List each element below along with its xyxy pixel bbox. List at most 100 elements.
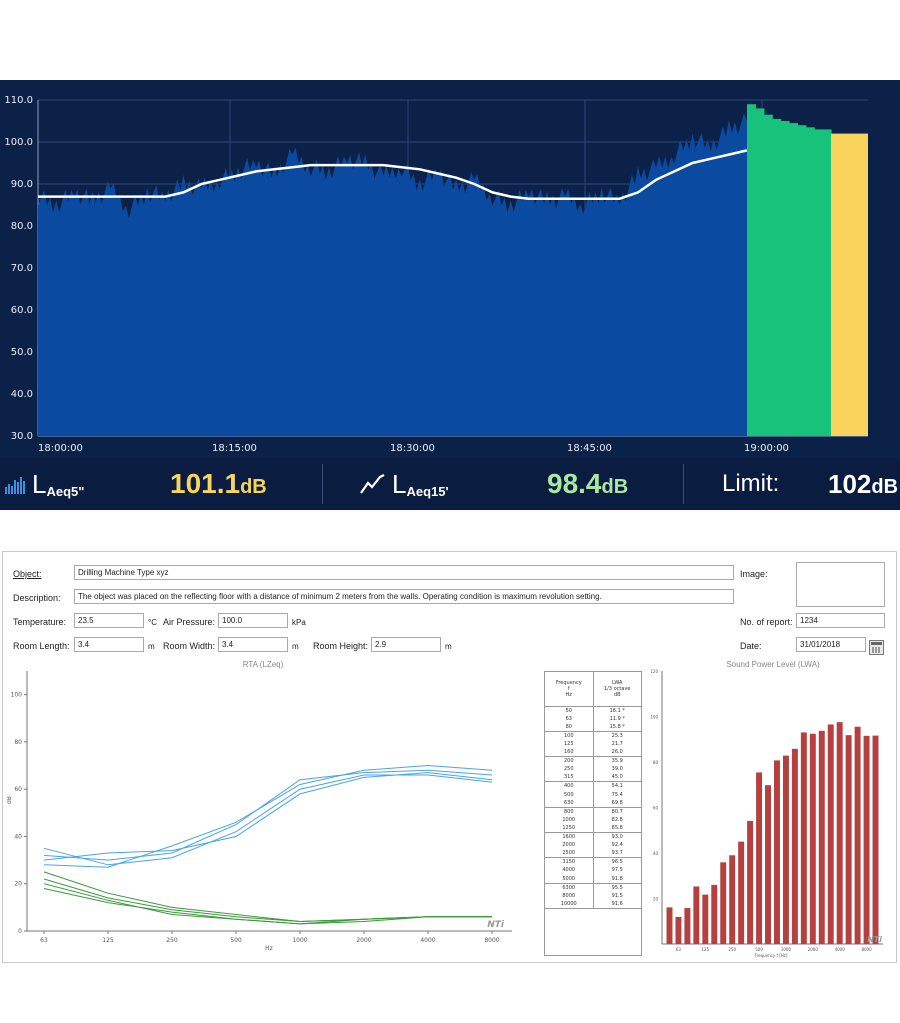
temperature-unit: °C <box>148 618 157 627</box>
image-placeholder[interactable] <box>796 562 885 607</box>
image-label: Image: <box>740 569 768 579</box>
frequency-cell: 10000 <box>545 899 594 909</box>
limit-value-group: 102 dB <box>828 458 898 510</box>
frequency-cell: 3150 <box>545 857 594 867</box>
table-row: 5000 91.8 <box>545 874 641 884</box>
table-row: 2500 93.7 <box>545 849 641 859</box>
frequency-cell: 5000 <box>545 874 594 884</box>
frequency-cell: 200 <box>545 756 594 766</box>
lwa-cell: 85.8 <box>593 823 641 833</box>
room-width-field[interactable]: 3.4 <box>218 637 288 652</box>
frequency-cell: 800 <box>545 807 594 816</box>
room-length-unit: m <box>148 642 155 651</box>
x-tick-label: 250 <box>728 947 736 952</box>
x-tick-label: 500 <box>755 947 763 952</box>
rta-title: RTA (LZeq) <box>242 660 284 669</box>
current-level-bar <box>747 104 756 436</box>
calendar-icon[interactable] <box>869 640 884 655</box>
rta-series-line <box>43 774 493 866</box>
power-bar <box>702 894 709 944</box>
y-tick-label: 80.0 <box>11 221 33 232</box>
power-bar <box>845 735 852 944</box>
table-row: 10000 91.6 <box>545 899 641 909</box>
frequency-cell: 8000 <box>545 891 594 900</box>
laeq15-subscript: Aeq15' <box>406 483 449 499</box>
x-tick-label: 125 <box>701 947 709 952</box>
room-length-field[interactable]: 3.4 <box>74 637 144 652</box>
power-bar <box>774 760 780 944</box>
table-row: 6300 95.5 <box>545 883 641 892</box>
x-tick-label: 63 <box>676 947 682 952</box>
x-tick-label: 1000 <box>781 947 792 952</box>
y-tick-label: 90.0 <box>11 179 33 190</box>
power-bar <box>756 772 763 944</box>
air-pressure-field[interactable]: 100.0 <box>218 613 288 628</box>
laeq15-value: 98.4 <box>547 468 602 499</box>
laeq5-value-group: 101.1 dB <box>170 458 267 510</box>
lwa-cell: 26.0 <box>593 748 641 758</box>
y-tick-label: 60.0 <box>11 305 33 316</box>
lwa-cell: 54.1 <box>611 783 623 790</box>
power-bar <box>854 726 861 944</box>
description-field[interactable]: The object was placed on the reflecting … <box>74 589 734 604</box>
power-bar <box>729 855 736 944</box>
lwa-cell: 93.7 <box>593 849 641 859</box>
trend-line-icon <box>360 474 385 494</box>
sound-power-chart: 120 100 80 60 40 20 63 125 250 500 1000 2000 4000 800… <box>650 669 883 958</box>
current-level-bar <box>805 127 815 437</box>
y-tick-label: 70.0 <box>11 263 33 274</box>
air-pressure-unit: kPa <box>292 618 306 627</box>
table-row: 63 11.9 * <box>545 714 641 723</box>
power-bar <box>782 755 789 944</box>
object-field[interactable]: Drilling Machine Type xyz <box>74 565 734 580</box>
current-level-bar <box>772 118 782 437</box>
x-tick-label: 250 <box>166 937 178 944</box>
power-bar <box>800 732 807 944</box>
laeq15-unit: dB <box>601 475 629 498</box>
room-height-field[interactable]: 2.9 <box>371 637 441 652</box>
lwa-cell: 21.7 <box>611 740 623 747</box>
table-row: 400 54.1 <box>545 781 641 791</box>
frequency-cell: 500 <box>545 790 594 799</box>
rta-series-line <box>43 878 492 923</box>
power-bar <box>791 748 798 944</box>
x-tick-label: 18:00:00 <box>38 443 83 454</box>
temperature-field[interactable]: 23.5 <box>74 613 144 628</box>
current-level-bar <box>780 121 790 436</box>
object-label: Object: <box>13 569 42 579</box>
table-row: 3150 96.5 <box>545 857 641 867</box>
lwa-cell: 15.8 * <box>593 722 641 732</box>
table-row: 250 39.0 <box>545 765 641 774</box>
description-label: Description: <box>13 593 61 603</box>
power-bar <box>747 820 754 944</box>
report-number-field[interactable]: 1234 <box>796 613 885 628</box>
lwa-cell: 82.8 <box>611 816 623 823</box>
lwa-cell: 91.8 <box>593 874 641 884</box>
power-bar <box>818 730 825 944</box>
rta-chart: 100 80 60 40 20 0 63 125 250 500 1000 2000 4000 8000 H… <box>7 671 512 952</box>
current-level-bar <box>789 123 798 436</box>
x-axis-title: Hz <box>265 945 273 952</box>
y-tick-label: 50.0 <box>11 347 33 358</box>
laeq5-value: 101.1 <box>170 468 241 499</box>
level-area <box>38 113 747 436</box>
x-tick-label: 1000 <box>292 937 307 944</box>
table-row: 160 26.0 <box>545 748 641 758</box>
current-level-bar <box>822 129 832 436</box>
date-field[interactable]: 31/01/2018 <box>796 637 866 652</box>
swl-title: Sound Power Level (LWA) <box>726 660 820 669</box>
power-bar <box>711 884 718 944</box>
power-bar <box>684 908 691 944</box>
lwa-cell: 91.5 <box>611 892 623 899</box>
lwa-band-table: Frequency f Hz LWA 1/3 octave dB 50 16.1 * 63 1… <box>544 671 642 956</box>
x-tick-label: 4000 <box>420 937 435 944</box>
current-level-bar <box>797 125 807 436</box>
power-bar <box>836 722 843 944</box>
date-label: Date: <box>740 641 762 651</box>
frequency-cell: 1250 <box>545 823 594 833</box>
lwa-cell: 95.5 <box>611 884 623 891</box>
laeq5-unit: dB <box>240 475 267 498</box>
x-tick-label: 500 <box>230 937 242 944</box>
x-tick-label: 4000 <box>835 947 846 952</box>
lwa-cell: 75.4 <box>611 791 623 798</box>
